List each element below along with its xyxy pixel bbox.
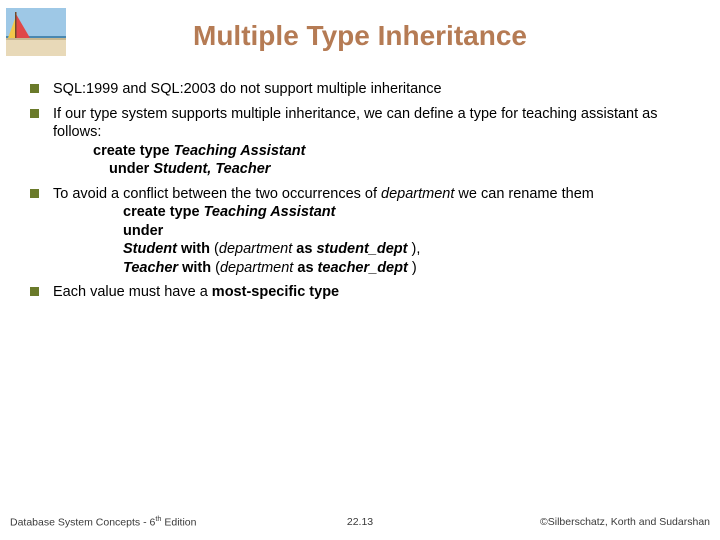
text: Each value must have a [53, 284, 212, 300]
bullet-icon [30, 109, 39, 118]
code-line: create type Teaching Assistant [93, 142, 700, 161]
code-line: Student with (department as student_dept… [123, 240, 700, 259]
bullet-2: If our type system supports multiple inh… [30, 105, 700, 179]
slide: Multiple Type Inheritance SQL:1999 and S… [0, 0, 720, 540]
text: To avoid a conflict between the two occu… [53, 186, 381, 202]
bullet-text: SQL:1999 and SQL:2003 do not support mul… [53, 80, 700, 99]
type-name: Teaching Assistant [204, 204, 336, 220]
bullet-text: To avoid a conflict between the two occu… [53, 185, 700, 278]
bullet-icon [30, 84, 39, 93]
slide-content: SQL:1999 and SQL:2003 do not support mul… [30, 80, 700, 308]
bullet-icon [30, 189, 39, 198]
kw: create type [93, 143, 170, 159]
type-name: Student, Teacher [153, 161, 270, 177]
bullet-icon [30, 287, 39, 296]
type-name: Student [123, 241, 177, 257]
kw: create type [123, 204, 200, 220]
term: teacher_dept [318, 260, 408, 276]
kw: with [181, 241, 210, 257]
bullet-text: Each value must have a most-specific typ… [53, 283, 700, 302]
bullet-4: Each value must have a most-specific typ… [30, 283, 700, 302]
kw: with [182, 260, 211, 276]
code-line: Teacher with (department as teacher_dept… [123, 259, 700, 278]
bullet-text: If our type system supports multiple inh… [53, 105, 700, 179]
slide-title: Multiple Type Inheritance [0, 20, 720, 52]
term: department [219, 241, 292, 257]
term: department [381, 186, 454, 202]
code-line: under Student, Teacher [93, 160, 700, 179]
footer-right: ©Silberschatz, Korth and Sudarshan [540, 516, 710, 528]
code-line: under [123, 222, 700, 241]
bullet-3: To avoid a conflict between the two occu… [30, 185, 700, 278]
term: most-specific type [212, 284, 339, 300]
text: we can rename them [454, 186, 593, 202]
term: department [220, 260, 293, 276]
term: student_dept [316, 241, 407, 257]
bullet-1: SQL:1999 and SQL:2003 do not support mul… [30, 80, 700, 99]
kw: under [109, 161, 149, 177]
kw: as [297, 260, 313, 276]
type-name: Teacher [123, 260, 178, 276]
kw: as [296, 241, 312, 257]
text: If our type system supports multiple inh… [53, 106, 657, 141]
code-line: create type Teaching Assistant [123, 203, 700, 222]
kw: under [123, 223, 163, 239]
type-name: Teaching Assistant [174, 143, 306, 159]
